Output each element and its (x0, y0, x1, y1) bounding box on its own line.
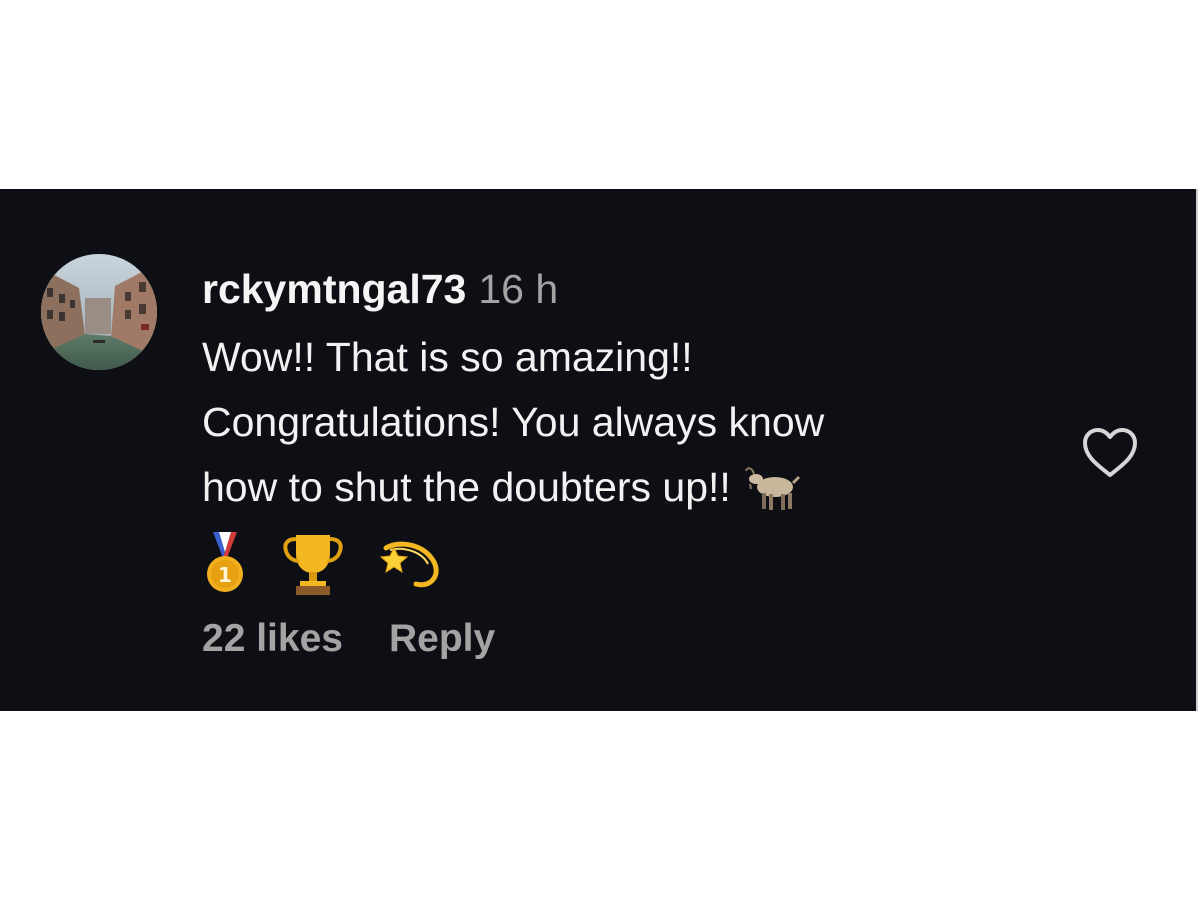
dizzy-star-emoji-icon (378, 534, 442, 597)
likes-count[interactable]: 22 likes (202, 617, 343, 660)
first-place-medal-emoji-icon: 1 (202, 532, 248, 599)
emoji-row: 1 (202, 530, 1022, 602)
comment-body: rckymtngal73 16 h Wow!! That is so amazin… (202, 263, 1022, 602)
comment-header: rckymtngal73 16 h (202, 263, 1022, 315)
comment-card: rckymtngal73 16 h Wow!! That is so amazin… (0, 189, 1198, 711)
comment-text-line: Congratulations! You always know (202, 399, 825, 445)
timestamp: 16 h (478, 266, 559, 312)
comment-text-line: Wow!! That is so amazing!! (202, 334, 693, 380)
avatar[interactable] (41, 254, 157, 370)
trophy-emoji-icon (282, 531, 344, 600)
goat-emoji-icon (744, 465, 805, 532)
svg-text:1: 1 (218, 563, 232, 587)
comment-text: Wow!! That is so amazing!! Congratulatio… (202, 325, 1022, 524)
username[interactable]: rckymtngal73 (202, 266, 466, 312)
heart-outline-icon[interactable] (1081, 427, 1139, 479)
reply-button[interactable]: Reply (389, 617, 495, 660)
comment-text-line-content: how to shut the doubters up!! (202, 464, 731, 510)
avatar-canal-image (41, 254, 157, 370)
comment-actions: 22 likes Reply (202, 614, 495, 664)
comment-text-line: how to shut the doubters up!! (202, 455, 1022, 524)
